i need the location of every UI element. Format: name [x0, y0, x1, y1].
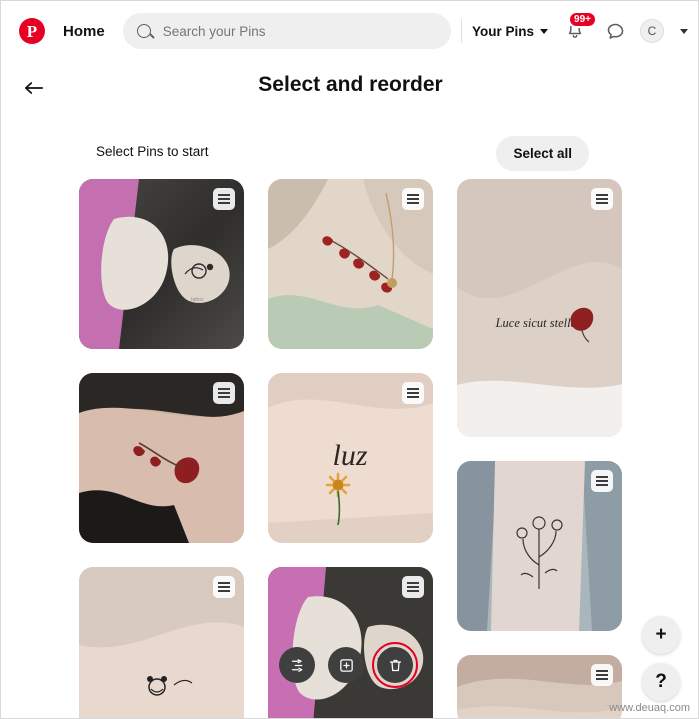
column-2: luz: [268, 179, 433, 718]
pin-card-wrist-panda-small[interactable]: [79, 567, 244, 718]
drag-handle-icon[interactable]: [213, 382, 235, 404]
drag-handle-icon[interactable]: [591, 188, 613, 210]
pinterest-select-reorder-window: P Home Your Pins 99+: [0, 0, 699, 719]
pin-card-bottom-partial[interactable]: [457, 655, 622, 718]
delete-pins-button[interactable]: [372, 642, 418, 688]
messages-button[interactable]: [600, 16, 630, 46]
drag-handle-icon[interactable]: [213, 576, 235, 598]
your-pins-label: Your Pins: [471, 23, 534, 39]
drag-handle-icon[interactable]: [402, 576, 424, 598]
column-1: tattoo: [79, 179, 244, 718]
pinterest-logo-letter: P: [26, 21, 38, 41]
svg-text:Luce sicut stellae: Luce sicut stellae: [495, 316, 583, 330]
drag-handle-icon[interactable]: [402, 188, 424, 210]
home-link[interactable]: Home: [63, 23, 105, 40]
drag-handle-icon[interactable]: [402, 382, 424, 404]
pin-card-collarbone-rose[interactable]: [79, 373, 244, 543]
save-to-board-button[interactable]: [328, 647, 364, 683]
trash-icon: [389, 659, 401, 671]
page-scrollbar[interactable]: [691, 61, 698, 718]
avatar[interactable]: C: [640, 19, 664, 43]
search-input[interactable]: [160, 22, 437, 40]
page-title: Select and reorder: [258, 73, 443, 96]
pin-card-luce-sicut-stellae[interactable]: Luce sicut stellae: [457, 179, 622, 437]
move-to-board-icon: [291, 658, 302, 672]
pin-card-shoulder-flowers[interactable]: [268, 179, 433, 349]
chat-bubble-icon: [607, 23, 623, 39]
column-3: Luce sicut stellae: [457, 179, 622, 718]
chevron-down-icon: [540, 28, 548, 34]
help-button[interactable]: ?: [642, 663, 680, 701]
notifications-button[interactable]: 99+: [560, 11, 597, 46]
watermark: www.deuaq.com: [609, 702, 690, 714]
notification-badge: 99+: [568, 11, 597, 28]
pin-grid: tattoo luz Luce sicut stellae: [79, 179, 624, 718]
account-chevron-down-icon[interactable]: [680, 28, 688, 34]
pin-action-bar: [279, 642, 418, 688]
header-divider: [460, 19, 462, 43]
save-board-icon: [339, 658, 353, 672]
move-pins-button[interactable]: [279, 647, 315, 683]
svg-text:luz: luz: [332, 439, 367, 472]
pin-card-gloved-hand-wrist[interactable]: [268, 567, 433, 718]
pin-card-leg-rose-branch[interactable]: [457, 461, 622, 631]
header-icon-group: 99+ C: [560, 11, 688, 46]
pin-card-luz-lettering[interactable]: luz: [268, 373, 433, 543]
search-icon: [136, 24, 151, 38]
pinterest-logo-icon[interactable]: P: [19, 18, 45, 44]
create-button[interactable]: +: [642, 616, 680, 654]
your-pins-dropdown[interactable]: Your Pins: [472, 24, 548, 39]
app-header: P Home Your Pins 99+: [1, 1, 698, 61]
select-pins-hint: Select Pins to start: [96, 144, 209, 159]
pin-image: Luce sicut stellae: [457, 179, 622, 437]
pin-card-wrist-panda-tattoo[interactable]: tattoo: [79, 179, 244, 349]
svg-text:tattoo: tattoo: [191, 297, 204, 303]
select-all-button[interactable]: Select all: [496, 136, 589, 171]
drag-handle-icon[interactable]: [591, 664, 613, 686]
search-bar[interactable]: [122, 13, 451, 49]
avatar-letter: C: [647, 24, 657, 38]
drag-handle-icon[interactable]: [213, 188, 235, 210]
drag-handle-icon[interactable]: [591, 470, 613, 492]
